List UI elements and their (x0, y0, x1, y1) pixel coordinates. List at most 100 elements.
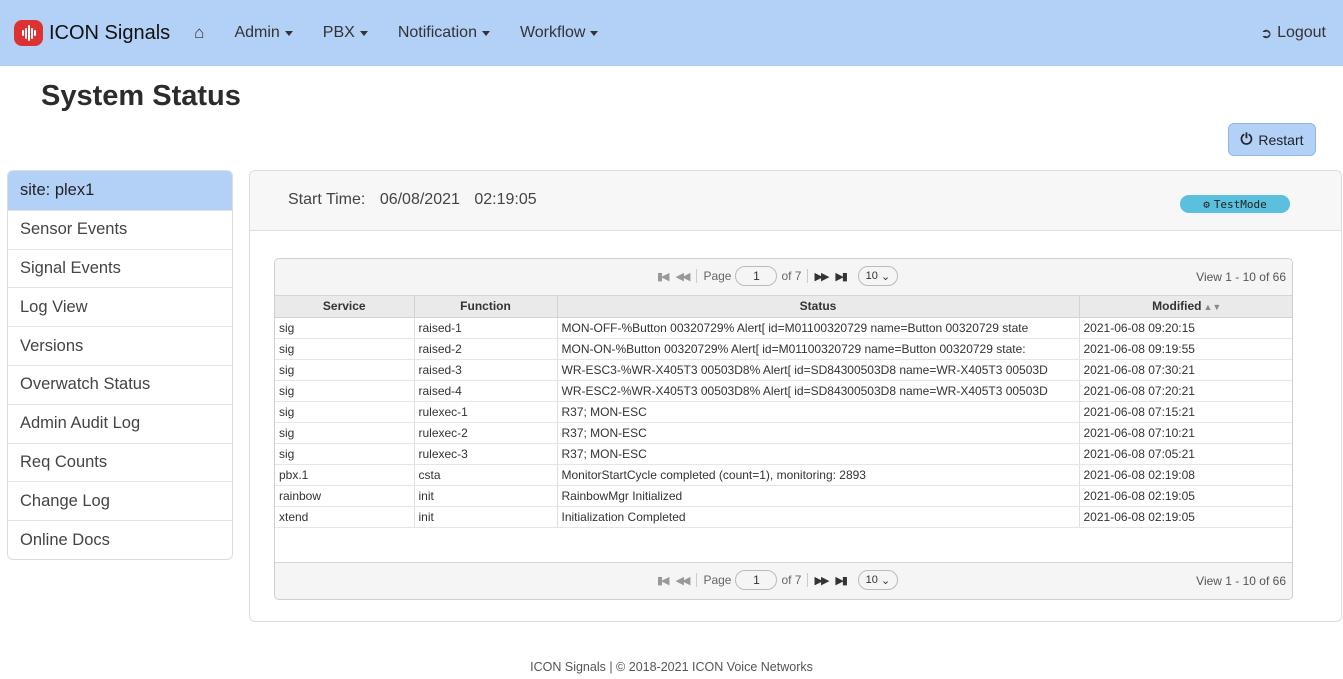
last-page-icon[interactable]: ▶▮ (835, 574, 847, 587)
page-label: Page (703, 573, 732, 587)
cell-modified: 2021-06-08 07:15:21 (1079, 401, 1292, 423)
cell-modified: 2021-06-08 02:19:05 (1079, 506, 1292, 528)
page-number-input[interactable]: 1 (735, 266, 778, 286)
chevron-down-icon: ⌄ (880, 270, 891, 283)
sidebar-item-label: Req Counts (20, 452, 108, 471)
brand[interactable]: ICON Signals (14, 20, 170, 46)
pager-divider (807, 573, 809, 587)
cell-service: sig (275, 359, 415, 381)
prev-page-icon[interactable]: ◀◀ (676, 574, 691, 587)
prev-page-icon[interactable]: ◀◀ (676, 270, 691, 283)
cell-modified: 2021-06-08 09:20:15 (1079, 317, 1292, 339)
next-page-icon[interactable]: ▶▶ (814, 270, 829, 283)
restart-button[interactable]: ⏻ Restart (1228, 123, 1316, 156)
sidebar-item-overwatch-status[interactable]: Overwatch Status (8, 364, 232, 404)
view-count: View 1 - 10 of 66 (1196, 574, 1286, 588)
table-row[interactable]: xtend init Initialization Completed 2021-06… (275, 506, 1292, 528)
nav-workflow-dropdown[interactable]: Workflow (520, 24, 599, 42)
home-icon[interactable]: ⌂ (194, 23, 204, 43)
table-row[interactable]: pbx.1 csta MonitorStartCycle completed (co… (275, 464, 1292, 486)
table-row[interactable]: sig rulexec-1 R37; MON-ESC 2021-06-08 07:15… (275, 401, 1292, 423)
cell-status: MON-ON-%Button 00320729% Alert[ id=M0110… (557, 338, 1080, 360)
table-row[interactable]: sig rulexec-3 R37; MON-ESC 2021-06-08 07:05… (275, 443, 1292, 465)
column-header-modified[interactable]: Modified ▲▼ (1079, 296, 1292, 318)
next-page-icon[interactable]: ▶▶ (814, 574, 829, 587)
status-grid: ▮◀ ◀◀ Page 1 of 7 ▶▶ ▶▮ 10 ⌄ View 1 - 10… (274, 258, 1293, 600)
power-icon: ⏻ (1240, 131, 1253, 148)
nav-pbx-dropdown[interactable]: PBX (323, 24, 368, 42)
sidebar-item-versions[interactable]: Versions (8, 326, 232, 365)
nav-admin-dropdown[interactable]: Admin (234, 24, 293, 42)
cell-status: MonitorStartCycle completed (count=1), m… (557, 464, 1080, 486)
cell-status: R37; MON-ESC (557, 443, 1080, 465)
pager-divider (807, 269, 809, 283)
page-of-label: of 7 (781, 573, 802, 587)
cell-function: csta (414, 464, 558, 486)
cell-status: R37; MON-ESC (557, 401, 1080, 423)
cell-status: R37; MON-ESC (557, 422, 1080, 444)
cell-status: WR-ESC3-%WR-X405T3 00503D8% Alert[ id=SD… (557, 359, 1080, 381)
rows-per-page-select[interactable]: 10 ⌄ (857, 570, 898, 590)
sidebar-item-sensor-events[interactable]: Sensor Events (8, 209, 232, 249)
cell-modified: 2021-06-08 02:19:08 (1079, 464, 1292, 486)
table-body: sig raised-1 MON-OFF-%Button 00320729% Ale… (275, 317, 1292, 528)
sidebar-item-site[interactable]: site: plex1 (8, 171, 232, 210)
sidebar-item-label: Log View (20, 297, 88, 316)
pager-top: ▮◀ ◀◀ Page 1 of 7 ▶▶ ▶▮ 10 ⌄ View 1 - 10… (275, 259, 1292, 296)
nav-admin-label: Admin (234, 24, 280, 41)
column-header-service[interactable]: Service (275, 296, 415, 318)
last-page-icon[interactable]: ▶▮ (835, 270, 847, 283)
signal-logo-icon (14, 20, 43, 46)
sidebar-item-req-counts[interactable]: Req Counts (8, 442, 232, 482)
sidebar-item-change-log[interactable]: Change Log (8, 481, 232, 520)
pager-bottom: ▮◀ ◀◀ Page 1 of 7 ▶▶ ▶▮ 10 ⌄ View 1 - 10… (275, 562, 1292, 599)
cell-service: xtend (275, 506, 415, 528)
nav-pbx-label: PBX (322, 24, 355, 41)
cell-function: raised-2 (414, 338, 558, 360)
footer: ICON Signals | © 2018-2021 ICON Voice Ne… (530, 660, 813, 674)
cell-function: rulexec-3 (414, 443, 558, 465)
cell-service: sig (275, 317, 415, 339)
sidebar: site: plex1 Sensor Events Signal Events … (7, 170, 233, 560)
caret-down-icon (359, 30, 368, 36)
page-number-input[interactable]: 1 (735, 570, 778, 590)
cell-status: RainbowMgr Initialized (557, 485, 1080, 507)
rows-per-page-select[interactable]: 10 ⌄ (857, 266, 898, 286)
sort-icon[interactable]: ▲▼ (1204, 302, 1222, 312)
sidebar-item-log-view[interactable]: Log View (8, 287, 232, 326)
nav-notification-dropdown[interactable]: Notification (398, 24, 490, 42)
cell-modified: 2021-06-08 07:20:21 (1079, 380, 1292, 402)
top-navbar: ICON Signals ⌂ Admin PBX Notification Wo… (0, 0, 1343, 66)
rows-per-page-value: 10 (865, 574, 878, 586)
restart-label: Restart (1258, 131, 1304, 148)
sidebar-item-label: Versions (20, 336, 84, 355)
testmode-badge[interactable]: ⚙ TestMode (1180, 195, 1290, 213)
cell-service: sig (275, 380, 415, 402)
table-row[interactable]: sig raised-2 MON-ON-%Button 00320729% Aler… (275, 338, 1292, 360)
chevron-down-icon: ⌄ (880, 574, 891, 587)
cell-service: sig (275, 338, 415, 360)
sidebar-item-label: site: plex1 (20, 180, 95, 199)
sidebar-item-signal-events[interactable]: Signal Events (8, 248, 232, 288)
sidebar-item-admin-audit-log[interactable]: Admin Audit Log (8, 403, 232, 443)
pager-controls: ▮◀ ◀◀ Page 1 of 7 ▶▶ ▶▮ 10 ⌄ (657, 570, 898, 590)
logout-label: Logout (1277, 24, 1326, 41)
cell-status: MON-OFF-%Button 00320729% Alert[ id=M011… (557, 317, 1080, 339)
table-row[interactable]: sig raised-3 WR-ESC3-%WR-X405T3 00503D8% A… (275, 359, 1292, 381)
view-count: View 1 - 10 of 66 (1196, 270, 1286, 284)
cell-service: rainbow (275, 485, 415, 507)
table-row[interactable]: rainbow init RainbowMgr Initialized 2021-06… (275, 485, 1292, 507)
brand-name: ICON Signals (49, 21, 171, 44)
start-time-label: Start Time: (288, 191, 366, 208)
table-row[interactable]: sig rulexec-2 R37; MON-ESC 2021-06-08 07:10… (275, 422, 1292, 444)
first-page-icon[interactable]: ▮◀ (657, 270, 669, 283)
sidebar-item-online-docs[interactable]: Online Docs (8, 520, 232, 559)
column-header-status[interactable]: Status (557, 296, 1080, 318)
logout-link[interactable]: ➲ Logout (1260, 24, 1326, 42)
cell-status: Initialization Completed (557, 506, 1080, 528)
column-header-function[interactable]: Function (414, 296, 558, 318)
caret-down-icon (481, 30, 490, 36)
table-row[interactable]: sig raised-4 WR-ESC2-%WR-X405T3 00503D8% A… (275, 380, 1292, 402)
first-page-icon[interactable]: ▮◀ (657, 574, 669, 587)
table-row[interactable]: sig raised-1 MON-OFF-%Button 00320729% Ale… (275, 317, 1292, 339)
